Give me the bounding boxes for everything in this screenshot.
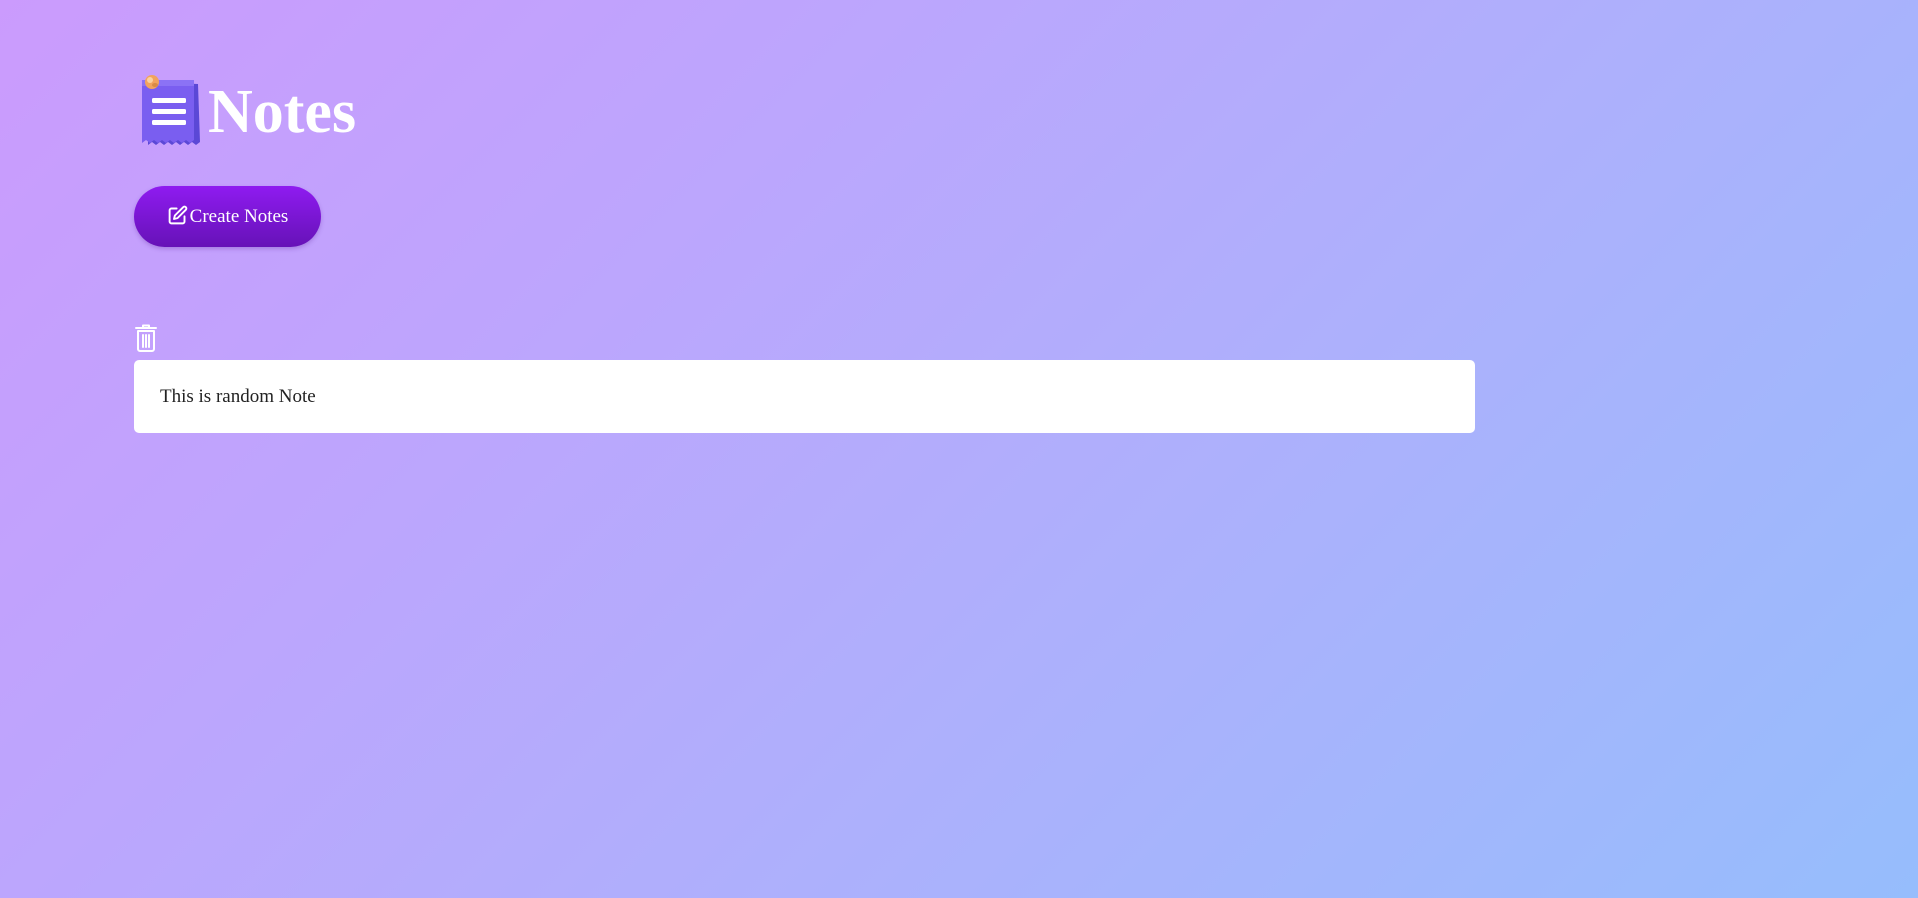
create-notes-button[interactable]: Create Notes (134, 186, 321, 247)
notes-logo-icon (142, 75, 200, 145)
header: Notes (138, 72, 356, 150)
note-card[interactable]: This is random Note (134, 360, 1475, 433)
trash-icon (135, 324, 157, 352)
note-text[interactable]: This is random Note (160, 386, 1449, 408)
page-title: Notes (208, 78, 357, 146)
delete-note-button[interactable] (134, 323, 158, 353)
create-notes-label: Create Notes (189, 205, 289, 227)
edit-icon (168, 205, 187, 225)
